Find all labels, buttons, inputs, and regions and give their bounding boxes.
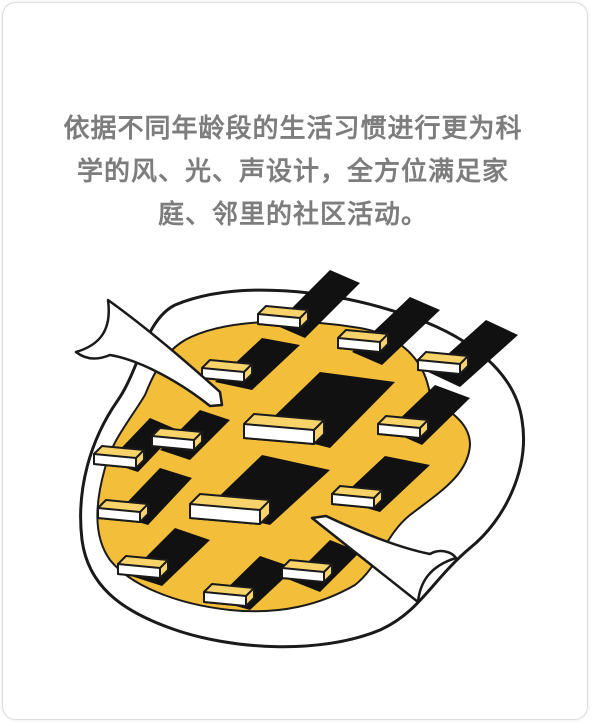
block-9: [189, 493, 271, 525]
block-4: [201, 359, 253, 383]
site-plan-illustration: [74, 270, 525, 649]
block-2: [337, 329, 389, 353]
block-5: [243, 413, 325, 445]
block-11: [97, 499, 149, 523]
block-12: [117, 555, 169, 579]
block-13: [203, 583, 255, 607]
block-6: [377, 415, 429, 439]
block-1: [257, 305, 309, 329]
block-3: [417, 351, 469, 375]
block-7: [93, 445, 145, 469]
block-14: [281, 559, 333, 583]
block-8: [151, 427, 203, 451]
block-10: [331, 485, 383, 509]
